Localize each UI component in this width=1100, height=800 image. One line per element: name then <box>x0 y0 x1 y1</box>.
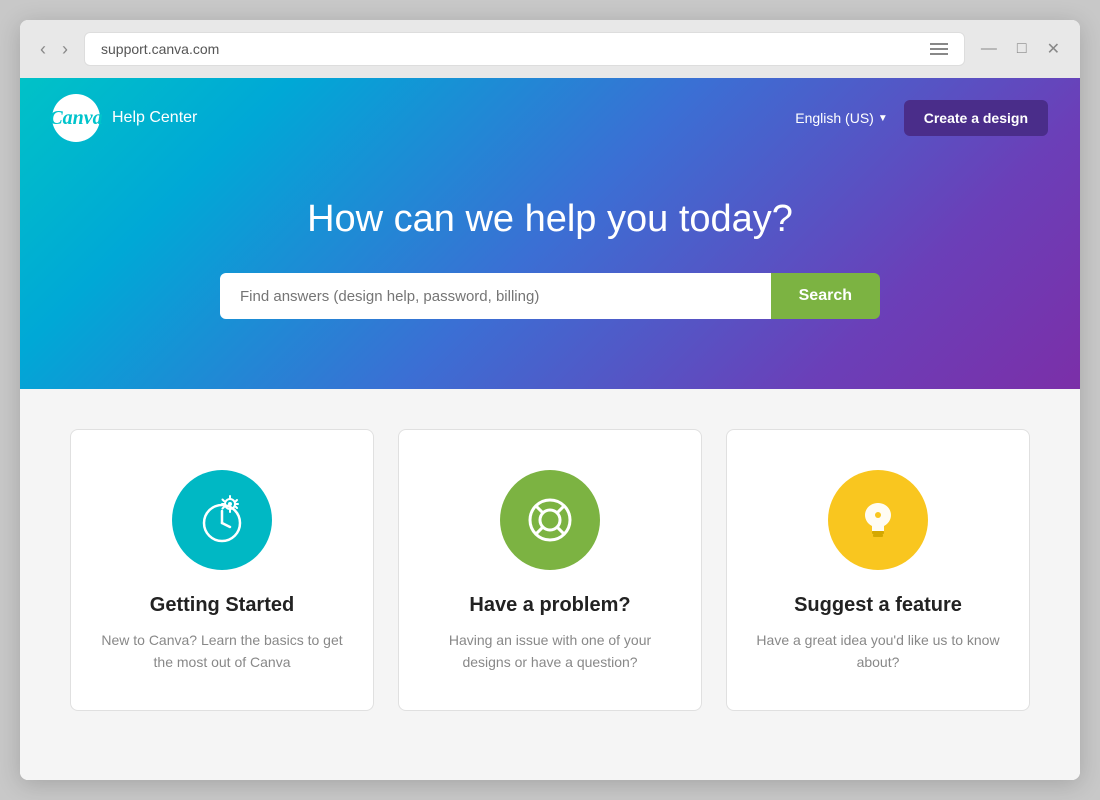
card-suggest-feature[interactable]: Suggest a feature Have a great idea you'… <box>726 429 1030 711</box>
url-text: support.canva.com <box>101 41 219 57</box>
card-getting-started[interactable]: Getting Started New to Canva? Learn the … <box>70 429 374 711</box>
card-have-a-problem[interactable]: Have a problem? Having an issue with one… <box>398 429 702 711</box>
language-selector[interactable]: English (US) ▼ <box>795 110 888 126</box>
canva-logo-text: Canva <box>49 107 102 130</box>
address-bar[interactable]: support.canva.com <box>84 32 965 66</box>
minimize-button[interactable]: — <box>977 38 1001 60</box>
search-button[interactable]: Search <box>771 273 880 319</box>
help-center-label: Help Center <box>112 109 197 127</box>
getting-started-icon-circle <box>172 470 272 570</box>
page-content: Canva Help Center English (US) ▼ Create … <box>20 78 1080 780</box>
browser-window: ‹ › support.canva.com — □ ✕ Canva <box>20 20 1080 780</box>
card-title-getting-started: Getting Started <box>95 594 349 617</box>
cards-grid: Getting Started New to Canva? Learn the … <box>70 429 1030 711</box>
card-desc-getting-started: New to Canva? Learn the basics to get th… <box>95 629 349 674</box>
logo-area: Canva Help Center <box>52 94 197 142</box>
close-button[interactable]: ✕ <box>1043 37 1064 61</box>
maximize-button[interactable]: □ <box>1013 38 1031 60</box>
have-problem-icon-circle <box>500 470 600 570</box>
card-desc-have-a-problem: Having an issue with one of your designs… <box>423 629 677 674</box>
canva-logo: Canva <box>52 94 100 142</box>
hero-section: Canva Help Center English (US) ▼ Create … <box>20 78 1080 389</box>
hero-content: How can we help you today? Search <box>20 158 1080 339</box>
browser-nav: ‹ › <box>36 38 72 60</box>
window-controls: — □ ✕ <box>977 37 1064 61</box>
hero-title: How can we help you today? <box>40 198 1060 241</box>
header-right: English (US) ▼ Create a design <box>795 100 1048 136</box>
menu-icon <box>930 43 948 55</box>
create-design-button[interactable]: Create a design <box>904 100 1048 136</box>
cards-section: Getting Started New to Canva? Learn the … <box>20 389 1080 780</box>
chevron-down-icon: ▼ <box>878 113 888 124</box>
language-text: English (US) <box>795 110 874 126</box>
back-button[interactable]: ‹ <box>36 38 50 60</box>
search-bar: Search <box>220 273 880 319</box>
forward-button[interactable]: › <box>58 38 72 60</box>
card-desc-suggest-feature: Have a great idea you'd like us to know … <box>751 629 1005 674</box>
browser-chrome: ‹ › support.canva.com — □ ✕ <box>20 20 1080 78</box>
life-ring-icon <box>523 493 577 547</box>
search-input[interactable] <box>220 273 771 319</box>
header-nav: Canva Help Center English (US) ▼ Create … <box>20 78 1080 158</box>
card-title-suggest-feature: Suggest a feature <box>751 594 1005 617</box>
clock-icon <box>195 493 249 547</box>
lightbulb-icon <box>851 493 905 547</box>
suggest-feature-icon-circle <box>828 470 928 570</box>
card-title-have-a-problem: Have a problem? <box>423 594 677 617</box>
